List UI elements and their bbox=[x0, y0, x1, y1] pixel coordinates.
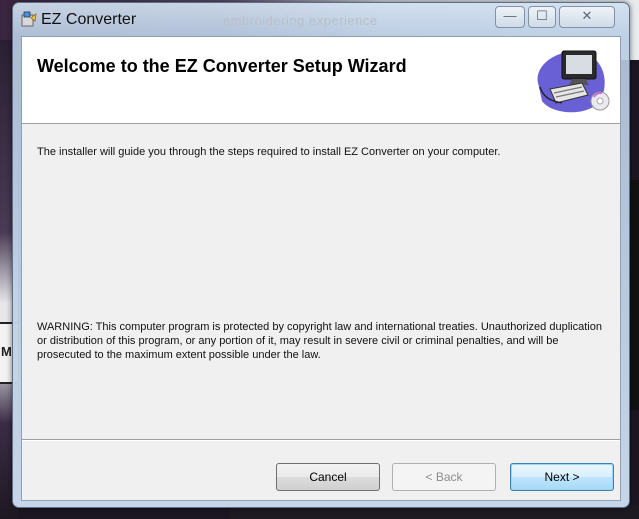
page-title: Welcome to the EZ Converter Setup Wizard bbox=[37, 56, 407, 76]
installer-window: EZ Converter embroidering experience — ☐… bbox=[12, 2, 630, 508]
intro-text: The installer will guide you through the… bbox=[37, 146, 501, 158]
cancel-button[interactable]: Cancel bbox=[276, 463, 380, 491]
back-button[interactable]: < Back bbox=[392, 463, 496, 491]
minimize-icon: — bbox=[503, 8, 517, 23]
maximize-button[interactable]: ☐ bbox=[528, 6, 556, 28]
title-bar[interactable]: EZ Converter embroidering experience — ☐… bbox=[13, 3, 629, 37]
installer-app-icon bbox=[21, 11, 37, 27]
minimize-button[interactable]: — bbox=[495, 6, 525, 28]
next-button[interactable]: Next > bbox=[510, 463, 614, 491]
computer-setup-icon bbox=[537, 50, 610, 113]
footer-separator bbox=[22, 439, 620, 441]
background-window-title: embroidering experience bbox=[223, 13, 378, 28]
wizard-client-area: Welcome to the EZ Converter Setup Wizard… bbox=[21, 36, 621, 501]
close-button[interactable]: ✕ bbox=[559, 6, 615, 28]
window-title: EZ Converter bbox=[41, 11, 137, 28]
wizard-header: Welcome to the EZ Converter Setup Wizard bbox=[22, 37, 620, 124]
maximize-icon: ☐ bbox=[536, 8, 548, 23]
close-icon: ✕ bbox=[581, 8, 593, 23]
background-label: M bbox=[1, 344, 12, 359]
copyright-warning: WARNING: This computer program is protec… bbox=[37, 321, 602, 361]
